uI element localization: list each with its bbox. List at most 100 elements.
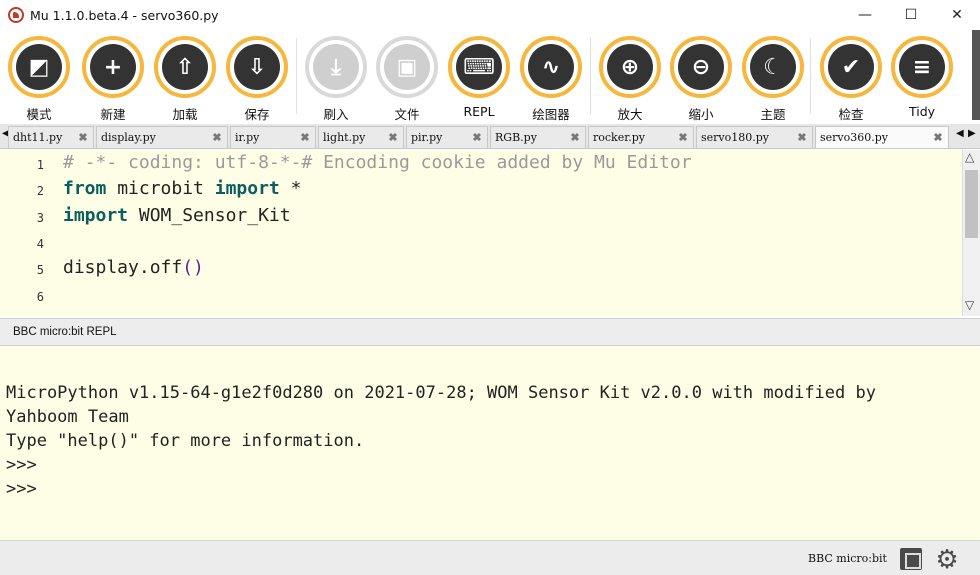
toolbar-button-thumbs-up[interactable]: ✔ 检查 xyxy=(816,34,882,122)
upload-icon: ⇧ xyxy=(162,44,208,90)
repl-title: BBC micro:bit REPL xyxy=(13,326,117,338)
scroll-down-icon[interactable]: ▽ xyxy=(965,298,974,312)
tab-dht11[interactable]: dht11.py ✖ xyxy=(8,126,94,148)
toolbar-button-label: 加载 xyxy=(172,107,198,122)
toolbar-button-flash[interactable]: ⤓ 刷入 xyxy=(301,34,367,122)
code-token: microbit xyxy=(106,178,215,200)
tab-scroll-right-icon[interactable]: ▶ xyxy=(968,128,976,139)
mode-indicator[interactable]: BBC micro:bit xyxy=(808,552,887,565)
button-ring: ∿ xyxy=(520,36,582,98)
code-line[interactable]: import WOM_Sensor_Kit xyxy=(63,205,291,226)
scroll-up-icon[interactable]: △ xyxy=(965,150,974,164)
button-ring: ✔ xyxy=(820,36,882,98)
button-ring: ≡ xyxy=(891,36,953,98)
minimize-button[interactable]: — xyxy=(842,0,888,30)
tab-label: light.py xyxy=(323,131,366,144)
toolbar-button-moon[interactable]: ☾ 主题 xyxy=(738,34,804,122)
line-number: 4 xyxy=(36,236,44,251)
toolbar-button-mode[interactable]: ◩ 模式 xyxy=(4,34,70,122)
status-bar: BBC micro:bit ⚙ xyxy=(0,540,980,575)
code-token: display.off xyxy=(63,257,183,279)
tab-ir[interactable]: ir.py ✖ xyxy=(230,126,316,148)
code-line[interactable]: display.off() xyxy=(63,257,204,278)
toolbar-button-label: 放大 xyxy=(617,107,643,122)
tab-close-icon[interactable]: ✖ xyxy=(383,131,403,144)
mu-editor-window: Mu 1.1.0.beta.4 - servo360.py — ☐ ✕ ◩ 模式 +… xyxy=(0,0,980,575)
toolbar-button-label: 缩小 xyxy=(688,107,714,122)
tab-scroll-left-icon-2[interactable]: ◀ xyxy=(956,128,964,139)
tab-light[interactable]: light.py ✖ xyxy=(318,126,404,148)
plus-icon: + xyxy=(90,44,136,90)
thumbs-up-icon: ✔ xyxy=(828,44,874,90)
toolbar-button-keyboard[interactable]: ⌨ REPL xyxy=(444,34,510,122)
code-line[interactable]: from microbit import * xyxy=(63,178,301,199)
tab-rgb[interactable]: RGB.py ✖ xyxy=(490,126,586,148)
close-button[interactable]: ✕ xyxy=(934,0,980,30)
code-token: import xyxy=(63,204,129,226)
toolbar-button-label: 主题 xyxy=(760,107,786,122)
tab-close-icon[interactable]: ✖ xyxy=(73,131,93,144)
code-token: from xyxy=(63,178,107,200)
code-token: # -*- coding: utf-8-*-# Encoding cookie … xyxy=(63,152,692,173)
button-ring: ⇧ xyxy=(154,36,216,98)
code-line[interactable]: # -*- coding: utf-8-*-# Encoding cookie … xyxy=(63,152,692,173)
tab-label: display.py xyxy=(101,131,156,144)
tab-label: servo180.py xyxy=(701,131,769,144)
flash-icon: ⤓ xyxy=(313,44,359,90)
toolbar-button-upload[interactable]: ⇧ 加载 xyxy=(150,34,216,122)
toolbar-button-pulse[interactable]: ∿ 绘图器 xyxy=(516,34,582,122)
tab-servo360[interactable]: servo360.py ✖ xyxy=(815,126,949,148)
toolbar-button-label: Tidy xyxy=(908,104,936,119)
editor-scrollbar[interactable]: △ ▽ xyxy=(962,150,980,316)
tab-label: dht11.py xyxy=(13,131,63,144)
repl-console[interactable]: MicroPython v1.15-64-g1e2f0d280 on 2021-… xyxy=(0,347,980,540)
tab-close-icon[interactable]: ✖ xyxy=(565,131,585,144)
tab-label: servo360.py xyxy=(820,131,888,144)
button-ring: ⌨ xyxy=(448,36,510,98)
tab-label: RGB.py xyxy=(495,131,537,144)
toolbar-button-menu-lines[interactable]: ≡ Tidy xyxy=(887,34,953,122)
toolbar-separator xyxy=(590,38,591,114)
toolbar-button-label: 保存 xyxy=(244,107,270,122)
gear-icon[interactable]: ⚙ xyxy=(934,547,960,573)
line-number: 2 xyxy=(36,184,44,199)
toolbar-button-label: 绘图器 xyxy=(532,107,570,122)
toolbar-separator xyxy=(810,38,811,114)
button-ring: + xyxy=(82,36,144,98)
line-number-gutter: 1 2 3 4 5 6 xyxy=(0,150,56,316)
tab-label: rocker.py xyxy=(593,131,646,144)
tab-close-icon[interactable]: ✖ xyxy=(295,131,315,144)
toolbar-button-plus[interactable]: + 新建 xyxy=(78,34,144,122)
toolbar-button-label: REPL xyxy=(463,104,495,119)
mode-icon: ◩ xyxy=(16,44,62,90)
tab-close-icon[interactable]: ✖ xyxy=(207,131,227,144)
toolbar-button-files[interactable]: ▣ 文件 xyxy=(372,34,438,122)
tab-close-icon[interactable]: ✖ xyxy=(467,131,487,144)
line-number: 1 xyxy=(36,158,44,172)
scrollbar-thumb[interactable] xyxy=(965,170,978,238)
tab-display[interactable]: display.py ✖ xyxy=(96,126,228,148)
line-number: 5 xyxy=(36,263,44,278)
tab-pir[interactable]: pir.py ✖ xyxy=(406,126,488,148)
tab-close-icon[interactable]: ✖ xyxy=(792,131,812,144)
tab-servo180[interactable]: servo180.py ✖ xyxy=(696,126,813,148)
code-editor[interactable]: 1 2 3 4 5 6 △ ▽ # -*- coding: utf-8-*-# Encod… xyxy=(0,150,980,316)
window-title: Mu 1.1.0.beta.4 - servo360.py xyxy=(30,7,219,23)
repl-header: BBC micro:bit REPL xyxy=(0,318,980,346)
toolbar-button-zoom-in[interactable]: ⊕ 放大 xyxy=(595,34,661,122)
keyboard-icon: ⌨ xyxy=(456,44,502,90)
toolbar-button-download[interactable]: ⇩ 保存 xyxy=(222,34,288,122)
tab-close-icon[interactable]: ✖ xyxy=(673,131,693,144)
button-ring: ☾ xyxy=(742,36,804,98)
tab-rocker[interactable]: rocker.py ✖ xyxy=(588,126,694,148)
maximize-button[interactable]: ☐ xyxy=(888,0,934,30)
tab-close-icon[interactable]: ✖ xyxy=(928,131,948,144)
toolbar-button-zoom-out[interactable]: ⊖ 缩小 xyxy=(666,34,732,122)
button-ring: ⤓ xyxy=(305,36,367,98)
code-token: WOM_Sensor_Kit xyxy=(128,204,291,226)
mu-logo-icon xyxy=(8,7,24,23)
toolbar-scrollbar[interactable] xyxy=(972,30,980,120)
zoom-out-icon: ⊖ xyxy=(678,44,724,90)
tab-label: pir.py xyxy=(411,131,443,144)
device-chip-icon[interactable] xyxy=(900,548,922,570)
